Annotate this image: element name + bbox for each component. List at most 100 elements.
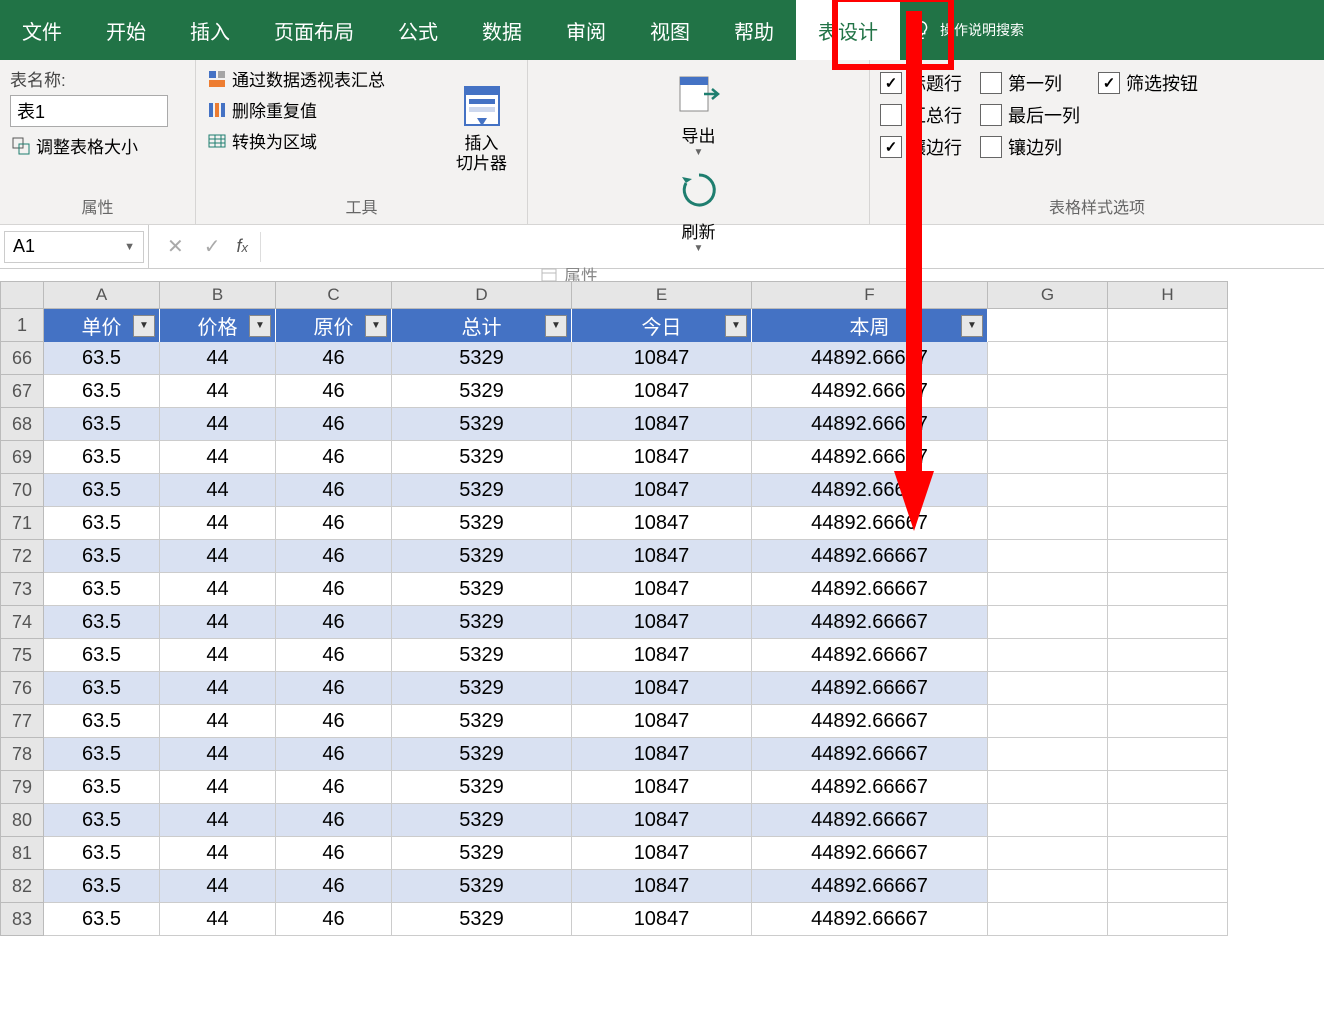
cell[interactable]: 5329 — [392, 375, 572, 408]
cell[interactable]: 5329 — [392, 408, 572, 441]
table-column-header[interactable]: 单价▼ — [44, 309, 160, 342]
cell[interactable] — [1108, 837, 1228, 870]
cell[interactable]: 44 — [160, 804, 276, 837]
column-header-A[interactable]: A — [44, 281, 160, 309]
resize-table-button[interactable]: 调整表格大小 — [10, 133, 185, 158]
worksheet-grid[interactable]: ABCDEFGH 1单价▼价格▼原价▼总计▼今日▼本周▼6663.5444653… — [0, 281, 1324, 936]
cell[interactable]: 63.5 — [44, 540, 160, 573]
cell[interactable]: 46 — [276, 606, 392, 639]
cell[interactable]: 63.5 — [44, 771, 160, 804]
cell[interactable]: 44892.66667 — [752, 870, 988, 903]
column-header-F[interactable]: F — [752, 281, 988, 309]
cell[interactable]: 44 — [160, 408, 276, 441]
cell[interactable] — [988, 606, 1108, 639]
cell[interactable]: 63.5 — [44, 837, 160, 870]
cell[interactable]: 10847 — [572, 441, 752, 474]
cell[interactable]: 44 — [160, 870, 276, 903]
cell[interactable]: 44892.66667 — [752, 408, 988, 441]
cell[interactable]: 63.5 — [44, 408, 160, 441]
cell[interactable]: 44892.66667 — [752, 903, 988, 936]
cell[interactable]: 10847 — [572, 705, 752, 738]
cell[interactable]: 5329 — [392, 705, 572, 738]
cell[interactable]: 5329 — [392, 738, 572, 771]
cell[interactable]: 10847 — [572, 639, 752, 672]
cell[interactable] — [988, 573, 1108, 606]
column-header-D[interactable]: D — [392, 281, 572, 309]
cell[interactable] — [988, 672, 1108, 705]
table-column-header[interactable]: 总计▼ — [392, 309, 572, 342]
cell[interactable]: 44 — [160, 705, 276, 738]
cell[interactable]: 5329 — [392, 903, 572, 936]
cell[interactable] — [988, 507, 1108, 540]
cell[interactable]: 63.5 — [44, 441, 160, 474]
filter-dropdown-button[interactable]: ▼ — [133, 315, 155, 337]
cell[interactable] — [1108, 309, 1228, 342]
cell[interactable]: 63.5 — [44, 903, 160, 936]
cell[interactable]: 46 — [276, 573, 392, 606]
cell[interactable]: 63.5 — [44, 573, 160, 606]
cell[interactable]: 10847 — [572, 375, 752, 408]
cell[interactable]: 10847 — [572, 573, 752, 606]
cell[interactable]: 10847 — [572, 540, 752, 573]
cell[interactable]: 44892.66667 — [752, 342, 988, 375]
cell[interactable]: 63.5 — [44, 705, 160, 738]
row-header[interactable]: 82 — [0, 870, 44, 903]
cell[interactable] — [988, 474, 1108, 507]
tab-开始[interactable]: 开始 — [84, 0, 168, 60]
column-header-H[interactable]: H — [1108, 281, 1228, 309]
checkbox-filter-button[interactable]: 筛选按钮 — [1098, 70, 1198, 96]
cell[interactable]: 44 — [160, 738, 276, 771]
cell[interactable]: 44 — [160, 672, 276, 705]
remove-duplicates-button[interactable]: 删除重复值 — [206, 97, 446, 122]
cell[interactable]: 44892.66667 — [752, 573, 988, 606]
cell[interactable]: 44 — [160, 837, 276, 870]
cell[interactable]: 44892.66667 — [752, 540, 988, 573]
cell[interactable]: 63.5 — [44, 738, 160, 771]
cell[interactable]: 44892.66667 — [752, 441, 988, 474]
cell[interactable]: 46 — [276, 870, 392, 903]
cell[interactable]: 63.5 — [44, 804, 160, 837]
checkbox-total-row[interactable]: 汇总行 — [880, 102, 962, 128]
cell[interactable]: 46 — [276, 738, 392, 771]
checkbox-banded-rows[interactable]: 镶边行 — [880, 134, 962, 160]
cell[interactable]: 46 — [276, 342, 392, 375]
tab-文件[interactable]: 文件 — [0, 0, 84, 60]
cell[interactable]: 5329 — [392, 804, 572, 837]
cell[interactable]: 10847 — [572, 771, 752, 804]
row-header[interactable]: 80 — [0, 804, 44, 837]
cell[interactable] — [988, 870, 1108, 903]
cell[interactable]: 44 — [160, 507, 276, 540]
cell[interactable]: 63.5 — [44, 639, 160, 672]
cell[interactable]: 44 — [160, 573, 276, 606]
cell[interactable] — [988, 342, 1108, 375]
fx-icon[interactable]: fx — [231, 236, 255, 257]
cell[interactable]: 5329 — [392, 639, 572, 672]
checkbox-banded-columns[interactable]: 镶边列 — [980, 134, 1080, 160]
cell[interactable]: 46 — [276, 903, 392, 936]
cell[interactable] — [1108, 705, 1228, 738]
cell[interactable] — [988, 408, 1108, 441]
cell[interactable]: 46 — [276, 507, 392, 540]
cell[interactable]: 46 — [276, 441, 392, 474]
column-header-G[interactable]: G — [988, 281, 1108, 309]
cell[interactable] — [1108, 507, 1228, 540]
cell[interactable]: 44892.66667 — [752, 672, 988, 705]
cell[interactable]: 44 — [160, 441, 276, 474]
cell[interactable]: 63.5 — [44, 375, 160, 408]
filter-dropdown-button[interactable]: ▼ — [249, 315, 271, 337]
cell[interactable] — [1108, 540, 1228, 573]
row-header[interactable]: 73 — [0, 573, 44, 606]
cell[interactable]: 44892.66667 — [752, 771, 988, 804]
column-header-B[interactable]: B — [160, 281, 276, 309]
cell[interactable]: 44 — [160, 606, 276, 639]
cell[interactable] — [988, 309, 1108, 342]
cell[interactable] — [1108, 738, 1228, 771]
tell-me-search[interactable]: 操作说明搜索 — [910, 19, 1024, 41]
cell[interactable]: 44892.66667 — [752, 639, 988, 672]
cell[interactable] — [1108, 804, 1228, 837]
cell[interactable]: 5329 — [392, 342, 572, 375]
formula-input[interactable] — [260, 232, 1316, 262]
cell[interactable]: 10847 — [572, 804, 752, 837]
cell[interactable] — [1108, 870, 1228, 903]
row-header[interactable]: 69 — [0, 441, 44, 474]
